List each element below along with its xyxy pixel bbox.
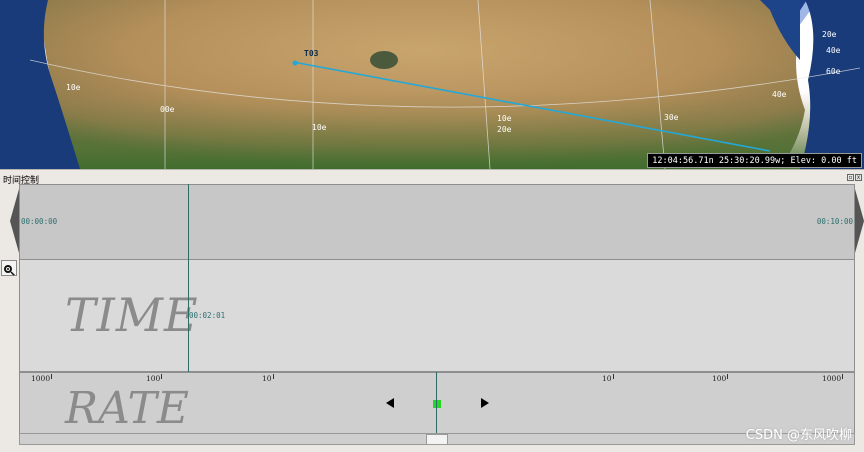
rate-tick: 1000 [822, 374, 844, 383]
grid-label: 40e [826, 46, 841, 55]
restore-button[interactable]: ▫ [847, 174, 854, 181]
csdn-watermark: CSDN @东风吹柳 [745, 428, 852, 443]
time-watermark: TIME [65, 288, 199, 342]
close-button[interactable]: x [855, 174, 862, 181]
rate-increase-arrow-icon[interactable] [481, 398, 489, 408]
step-forward-icon[interactable] [855, 189, 864, 253]
rate-tick: 100 [146, 374, 163, 383]
rate-tick: 10 [262, 374, 274, 383]
end-time-label: 00:10:00 [816, 217, 853, 226]
satellite-label: T03 [304, 49, 319, 58]
grid-label: 20e [497, 125, 512, 134]
rate-track[interactable]: RATE 1000 100 10 10 100 1000 [19, 372, 855, 434]
scrollbar-thumb[interactable] [426, 434, 448, 445]
settings-button[interactable] [1, 260, 17, 276]
rate-indicator[interactable] [433, 400, 441, 408]
time-range-track[interactable]: 00:00:00 00:10:00 [19, 184, 855, 260]
grid-label: 10e [66, 83, 81, 92]
grid-label: 00e [160, 105, 175, 114]
rate-cursor[interactable] [436, 372, 437, 433]
grid-label: 40e [772, 90, 787, 99]
grid-label: 10e [312, 123, 327, 132]
step-back-icon[interactable] [10, 189, 19, 253]
time-track[interactable]: TIME 00:02:01 [19, 259, 855, 372]
grid-label: 30e [664, 113, 679, 122]
rate-tick: 1000 [31, 374, 53, 383]
globe-map[interactable]: 10e 00e 10e 10e 20e 30e 40e 20e 40e 60e … [0, 0, 864, 169]
rate-watermark: RATE [65, 383, 189, 434]
grid-label: 10e [497, 114, 512, 123]
rate-decrease-arrow-icon[interactable] [386, 398, 394, 408]
current-time-label: 00:02:01 [189, 311, 226, 320]
satellite-marker[interactable] [292, 60, 298, 66]
globe-view[interactable]: 10e 00e 10e 10e 20e 30e 40e 20e 40e 60e … [0, 0, 864, 169]
grid-label: 60e [826, 67, 841, 76]
rate-tick: 100 [712, 374, 729, 383]
horizontal-scrollbar[interactable] [19, 433, 855, 445]
grid-label: 20e [822, 30, 837, 39]
time-cursor[interactable] [187, 184, 189, 372]
gear-icon [4, 265, 15, 276]
coordinate-status-bar: 12:04:56.71n 25:30:20.99w; Elev: 0.00 ft [647, 153, 862, 168]
time-control-panel: 时间控制 ▫ x 00:00:00 00:10:00 TIME 00:02:01… [0, 169, 864, 452]
start-time-label: 00:00:00 [21, 217, 58, 226]
rate-tick: 10 [602, 374, 614, 383]
